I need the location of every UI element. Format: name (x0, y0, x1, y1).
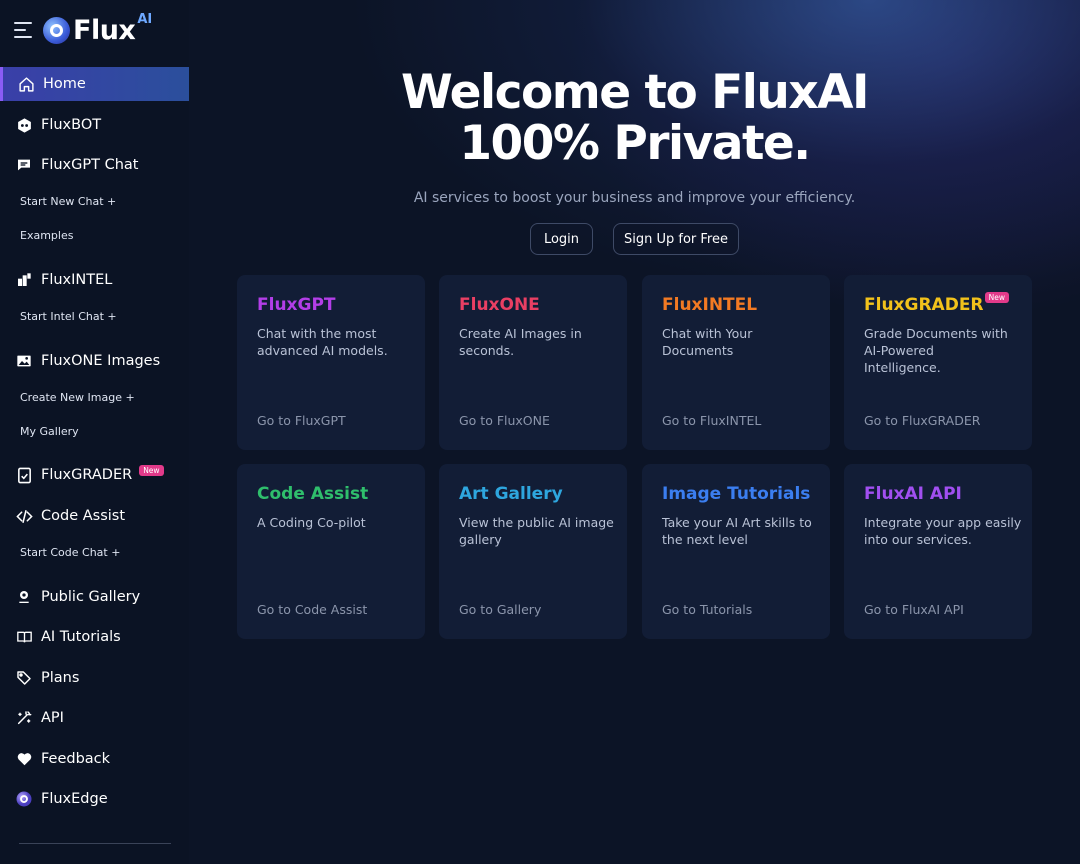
card-description: Grade Documents with AI-Powered Intellig… (864, 326, 1008, 375)
sidebar-item-label: FluxGRADER (41, 467, 133, 483)
sidebar-item-public-gallery[interactable]: Public Gallery (0, 580, 189, 614)
sidebar-item-home[interactable]: Home (0, 67, 189, 101)
hero-subtitle: AI services to boost your business and i… (413, 190, 856, 206)
card-title: FluxAI API (864, 484, 962, 504)
home-icon (17, 75, 35, 93)
chat-icon (15, 156, 33, 174)
sidebar-item-label: Feedback (41, 751, 111, 767)
card-link[interactable]: Go to Gallery (459, 602, 541, 617)
hero-title-line-1: Welcome to FluxAI (401, 65, 870, 120)
card-title: FluxINTEL (662, 295, 758, 315)
card-description: Integrate your app easily into our servi… (864, 515, 1022, 547)
card-description: Chat with the most advanced AI models. (257, 326, 388, 358)
sidebar-item-label: FluxGPT Chat (41, 157, 139, 173)
card-title: Code Assist (257, 484, 369, 504)
image-icon (15, 352, 33, 370)
card-description: Take your AI Art skills to the next leve… (662, 515, 812, 547)
sidebar-item-api[interactable]: API (0, 701, 189, 735)
new-badge: New (984, 292, 1009, 303)
card-fluxintel[interactable]: FluxINTEL Chat with Your Documents Go to… (642, 275, 830, 450)
sidebar-item-plans[interactable]: Plans (0, 661, 189, 695)
card-code-assist[interactable]: Code Assist A Coding Co-pilot Go to Code… (237, 464, 425, 639)
sidebar-item-fluxgrader[interactable]: FluxGRADER New (0, 458, 189, 492)
flux-logo-icon[interactable] (43, 16, 70, 44)
start-intel-chat-link[interactable]: Start Intel Chat + (20, 310, 117, 323)
login-button[interactable]: Login (530, 223, 593, 255)
sidebar-item-label: Public Gallery (41, 589, 141, 605)
card-fluxone[interactable]: FluxONE Create AI Images in seconds. Go … (439, 275, 627, 450)
sidebar-divider (19, 843, 171, 844)
heart-icon (15, 750, 33, 768)
logo-text[interactable]: Flux (73, 15, 136, 46)
card-image-tutorials[interactable]: Image Tutorials Take your AI Art skills … (642, 464, 830, 639)
signup-button[interactable]: Sign Up for Free (613, 223, 739, 255)
bot-icon (15, 116, 33, 134)
sidebar-item-label: Plans (41, 670, 80, 686)
card-description: A Coding Co-pilot (257, 515, 366, 530)
card-fluxgpt[interactable]: FluxGPT Chat with the most advanced AI m… (237, 275, 425, 450)
sidebar-item-label: FluxONE Images (41, 353, 161, 369)
card-link[interactable]: Go to FluxINTEL (662, 413, 761, 428)
sidebar-item-label: FluxEdge (41, 791, 108, 807)
card-link[interactable]: Go to FluxGRADER (864, 413, 980, 428)
card-fluxai-api[interactable]: FluxAI API Integrate your app easily int… (844, 464, 1032, 639)
card-description: Chat with Your Documents (662, 326, 753, 358)
card-title: Art Gallery (459, 484, 563, 504)
sidebar-item-fluxbot[interactable]: FluxBOT (0, 108, 189, 142)
sidebar-item-ai-tutorials[interactable]: AI Tutorials (0, 620, 189, 654)
logo-row: Flux AI (14, 12, 152, 48)
sidebar-item-fluxone-images[interactable]: FluxONE Images (0, 344, 189, 378)
sidebar: Flux AI Home FluxBOT FluxGPT Chat FluxIN… (0, 0, 189, 864)
gallery-icon (15, 588, 33, 606)
card-link[interactable]: Go to Tutorials (662, 602, 752, 617)
card-description: Create AI Images in seconds. (459, 326, 582, 358)
card-fluxgrader[interactable]: FluxGRADER New Grade Documents with AI-P… (844, 275, 1032, 450)
start-code-chat-link[interactable]: Start Code Chat + (20, 546, 120, 559)
card-art-gallery[interactable]: Art Gallery View the public AI image gal… (439, 464, 627, 639)
sidebar-item-label: Home (43, 76, 86, 92)
fluxedge-icon (15, 790, 33, 808)
hero-title-line-2: 100% Private. (459, 116, 811, 171)
my-gallery-link[interactable]: My Gallery (20, 425, 79, 438)
sidebar-item-label: Code Assist (41, 508, 126, 524)
card-link[interactable]: Go to Code Assist (257, 602, 367, 617)
intel-icon (15, 271, 33, 289)
create-new-image-link[interactable]: Create New Image + (20, 391, 135, 404)
sidebar-item-code-assist[interactable]: Code Assist (0, 499, 189, 533)
start-new-chat-link[interactable]: Start New Chat + (20, 195, 116, 208)
card-link[interactable]: Go to FluxGPT (257, 413, 346, 428)
card-title: FluxONE (459, 295, 540, 315)
book-icon (15, 628, 33, 646)
menu-toggle-icon[interactable] (14, 22, 34, 38)
card-title: FluxGPT (257, 295, 336, 315)
sidebar-item-label: AI Tutorials (41, 629, 121, 645)
card-description: View the public AI image gallery (459, 515, 614, 547)
card-title: FluxGRADER (864, 295, 984, 315)
sidebar-item-feedback[interactable]: Feedback (0, 742, 189, 776)
code-icon (15, 507, 33, 525)
card-link[interactable]: Go to FluxONE (459, 413, 550, 428)
sidebar-item-fluxgpt-chat[interactable]: FluxGPT Chat (0, 148, 189, 182)
new-badge: New (139, 464, 164, 476)
wand-icon (15, 709, 33, 727)
sidebar-item-label: FluxBOT (41, 117, 102, 133)
examples-link[interactable]: Examples (20, 229, 73, 242)
sidebar-item-label: FluxINTEL (41, 272, 113, 288)
sidebar-item-fluxedge[interactable]: FluxEdge (0, 782, 189, 816)
card-title: Image Tutorials (662, 484, 811, 504)
grader-icon (15, 466, 33, 484)
tag-icon (15, 669, 33, 687)
sidebar-item-label: API (41, 710, 64, 726)
sidebar-item-fluxintel[interactable]: FluxINTEL (0, 263, 189, 297)
card-link[interactable]: Go to FluxAI API (864, 602, 964, 617)
logo-superscript: AI (137, 11, 153, 27)
